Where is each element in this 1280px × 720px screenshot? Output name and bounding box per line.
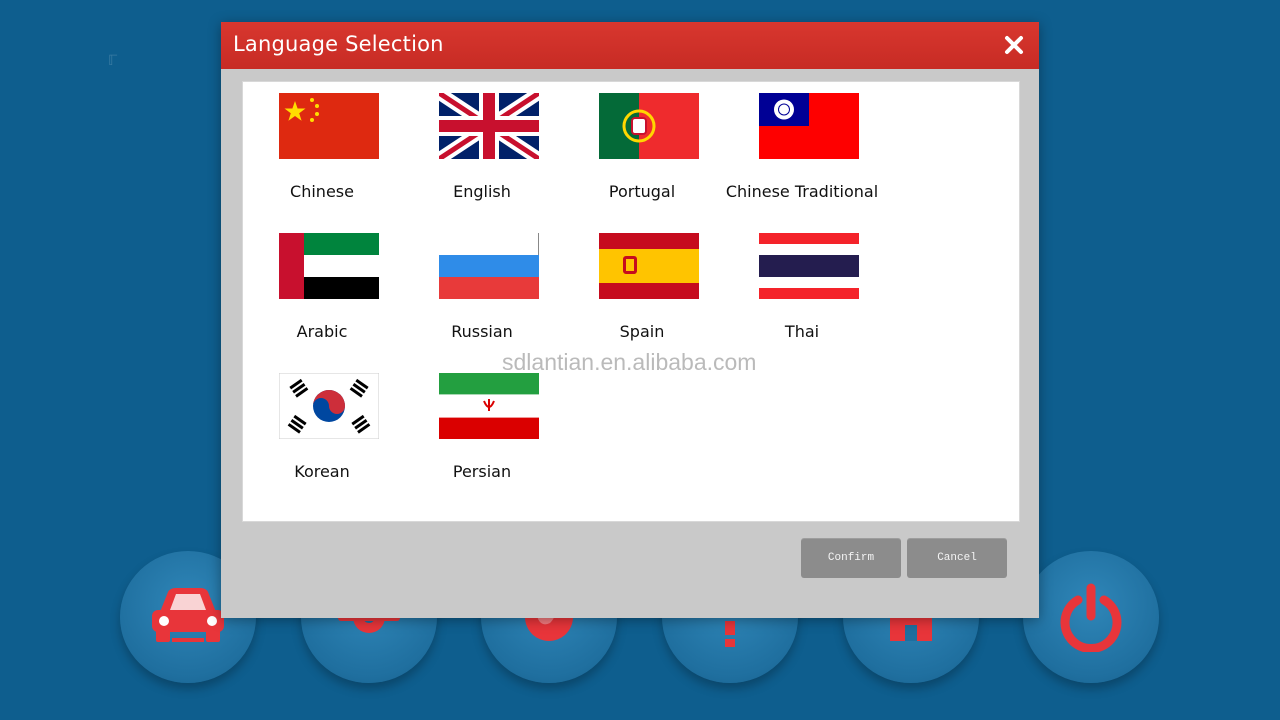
- spain-flag-icon: [599, 233, 699, 299]
- language-label: Arabic: [296, 322, 348, 341]
- thailand-flag-icon: [759, 233, 859, 299]
- language-label: Thai: [784, 322, 820, 341]
- language-label: Persian: [452, 462, 512, 481]
- power-icon: [1060, 583, 1122, 652]
- language-label: Chinese Traditional: [725, 182, 879, 201]
- language-label: English: [453, 182, 511, 201]
- confirm-button[interactable]: Confirm: [801, 538, 901, 578]
- watermark: sdlantian.en.alibaba.com: [502, 349, 757, 375]
- car-icon: [152, 588, 224, 642]
- china-flag-icon: [279, 93, 379, 159]
- language-label: Portugal: [608, 182, 676, 201]
- launcher-power-button[interactable]: [1023, 551, 1159, 683]
- korea-flag-icon: [279, 373, 379, 439]
- close-button[interactable]: [999, 30, 1029, 60]
- uk-flag-icon: [439, 93, 539, 159]
- dialog-titlebar: Language Selection: [221, 22, 1039, 69]
- taiwan-flag-icon: [759, 93, 859, 159]
- language-label: Chinese: [290, 182, 354, 201]
- dialog-title: Language Selection: [233, 32, 444, 56]
- close-icon: [1005, 36, 1023, 54]
- language-label: Spain: [619, 322, 665, 341]
- russia-flag-icon: [439, 233, 539, 299]
- language-label: Korean: [294, 462, 350, 481]
- language-selection-dialog: Language Selection Chinese English Portu…: [221, 22, 1039, 618]
- background-artifact: ℾ: [108, 52, 118, 68]
- cancel-button[interactable]: Cancel: [907, 538, 1007, 578]
- iran-flag-icon: [439, 373, 539, 439]
- portugal-flag-icon: [599, 93, 699, 159]
- language-label: Russian: [451, 322, 513, 341]
- language-grid: Chinese English Portugal Chinese Traditi…: [242, 81, 1020, 522]
- uae-flag-icon: [279, 233, 379, 299]
